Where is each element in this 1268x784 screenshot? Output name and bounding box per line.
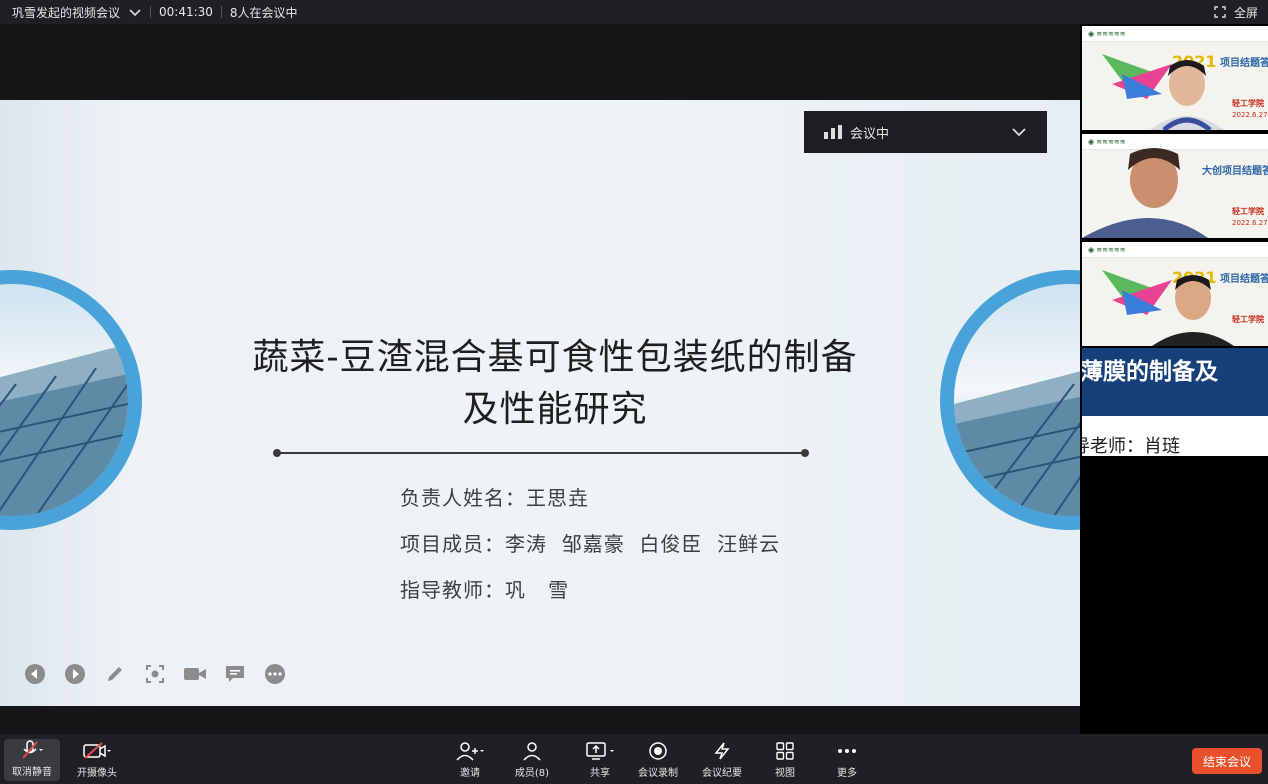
signal-bars-icon xyxy=(824,125,842,139)
person-avatar xyxy=(1082,148,1208,238)
person-avatar xyxy=(1150,60,1224,130)
participant-video-3[interactable]: ◉ ≋≋≋≋≋ 2021 项目结题答辩 轻工学院 xyxy=(1082,242,1268,346)
members-icon xyxy=(523,742,541,761)
unmute-label: 取消静音 xyxy=(12,767,52,778)
meeting-status-dropdown[interactable]: 会议中 xyxy=(804,111,1047,153)
add-user-icon xyxy=(456,742,484,761)
share-button[interactable]: 共享 xyxy=(582,740,618,780)
shared-content-thumbnail[interactable]: 薄膜的制备及 导老师：肖琏 xyxy=(1082,348,1268,456)
pen-icon[interactable] xyxy=(104,663,126,685)
university-banner: ◉ ≋≋≋≋≋ xyxy=(1082,242,1268,258)
thumbnail-subtitle: 导老师：肖琏 xyxy=(1082,436,1180,456)
participant-video-1[interactable]: ◉ ≋≋≋≋≋ 2021 项目结题答辩 轻工学院 2022.6.27 xyxy=(1082,26,1268,130)
meeting-timer: 00:41:30 xyxy=(159,5,213,19)
more-icon[interactable] xyxy=(264,663,286,685)
record-icon xyxy=(649,742,667,760)
minutes-button[interactable]: 会议纪要 xyxy=(700,740,744,780)
university-banner: ◉ ≋≋≋≋≋ xyxy=(1082,26,1268,42)
start-camera-button[interactable]: 开摄像头 xyxy=(72,740,122,780)
building-image xyxy=(954,371,1080,516)
view-button[interactable]: 视图 xyxy=(772,740,798,780)
end-meeting-button[interactable]: 结束会议 xyxy=(1192,748,1262,774)
divider-dot xyxy=(801,449,809,457)
share-label: 共享 xyxy=(590,768,610,779)
divider-dot xyxy=(273,449,281,457)
minutes-label: 会议纪要 xyxy=(702,768,742,779)
divider xyxy=(220,6,222,18)
slide-toolbar xyxy=(24,663,286,685)
video-date: 2022.6.27 xyxy=(1232,219,1268,227)
start-camera-label: 开摄像头 xyxy=(77,768,117,779)
more-label: 更多 xyxy=(837,768,857,779)
previous-slide-icon[interactable] xyxy=(24,663,46,685)
members-button[interactable]: 成员(8) xyxy=(512,740,552,780)
presentation-slide: 蔬菜-豆渣混合基可食性包装纸的制备 及性能研究 负责人姓名：王思垚 项目成员：李… xyxy=(0,100,1080,706)
meeting-status-label: 会议中 xyxy=(850,126,890,142)
right-decorative-orb xyxy=(940,270,1080,530)
project-leader: 负责人姓名：王思垚 xyxy=(400,486,589,510)
record-button[interactable]: 会议录制 xyxy=(636,740,680,780)
more-dots-icon xyxy=(838,749,856,753)
fullscreen-label: 全屏 xyxy=(1233,5,1258,20)
title-divider xyxy=(273,449,809,457)
thumbnail-title: 薄膜的制备及 xyxy=(1082,359,1218,385)
comment-icon[interactable] xyxy=(224,663,246,685)
grid-view-icon xyxy=(776,742,794,760)
participant-video-2[interactable]: ◉ ≋≋≋≋≋ 大创项目结题答辩 轻工学院 2022.6.27 xyxy=(1082,134,1268,238)
divider xyxy=(150,6,152,18)
project-advisor: 指导教师：巩 雪 xyxy=(400,578,570,602)
members-label: 成员(8) xyxy=(514,768,550,779)
participants-status: 8人在会议中 xyxy=(229,5,298,20)
camera-off-icon xyxy=(83,742,111,759)
record-label: 会议录制 xyxy=(638,768,678,779)
video-college: 轻工学院 xyxy=(1232,99,1264,108)
video-college: 轻工学院 xyxy=(1232,315,1264,324)
video-college: 轻工学院 xyxy=(1232,207,1264,216)
invite-button[interactable]: 邀请 xyxy=(452,740,488,780)
ai-minutes-icon xyxy=(714,742,730,760)
microphone-muted-icon xyxy=(22,740,43,759)
building-image xyxy=(0,344,128,516)
view-label: 视图 xyxy=(775,768,795,779)
chevron-down-icon[interactable] xyxy=(128,5,142,19)
camera-icon[interactable] xyxy=(184,663,206,685)
participant-video-strip: ◉ ≋≋≋≋≋ 2021 项目结题答辩 轻工学院 2022.6.27 ◉ ≋≋≋… xyxy=(1080,24,1268,734)
next-slide-icon[interactable] xyxy=(64,663,86,685)
fullscreen-icon xyxy=(1214,6,1226,18)
invite-label: 邀请 xyxy=(460,768,480,779)
meeting-title[interactable]: 巩雪发起的视频会议 xyxy=(12,4,120,21)
unmute-button[interactable]: 取消静音 xyxy=(4,739,60,781)
video-date: 2022.6.27 xyxy=(1232,111,1268,119)
focus-icon[interactable] xyxy=(144,663,166,685)
slide-title-line-2: 及性能研究 xyxy=(462,389,648,430)
share-screen-icon xyxy=(586,742,614,760)
chevron-down-icon xyxy=(1012,128,1026,137)
left-decorative-orb xyxy=(0,270,142,530)
fullscreen-button[interactable]: 全屏 xyxy=(1214,0,1258,24)
slide-title-line-1: 蔬菜-豆渣混合基可食性包装纸的制备 xyxy=(252,337,858,378)
project-members: 项目成员：李涛 邹嘉豪 白俊臣 汪鲜云 xyxy=(400,532,781,556)
person-avatar xyxy=(1152,275,1234,346)
meeting-control-bar: 取消静音 开摄像头 邀请 成员(8) 共享 会议录制 会议纪要 视图 更多 xyxy=(0,734,1268,784)
more-button[interactable]: 更多 xyxy=(834,740,860,780)
window-title-bar: 巩雪发起的视频会议 00:41:30 8人在会议中 全屏 xyxy=(0,0,1268,24)
